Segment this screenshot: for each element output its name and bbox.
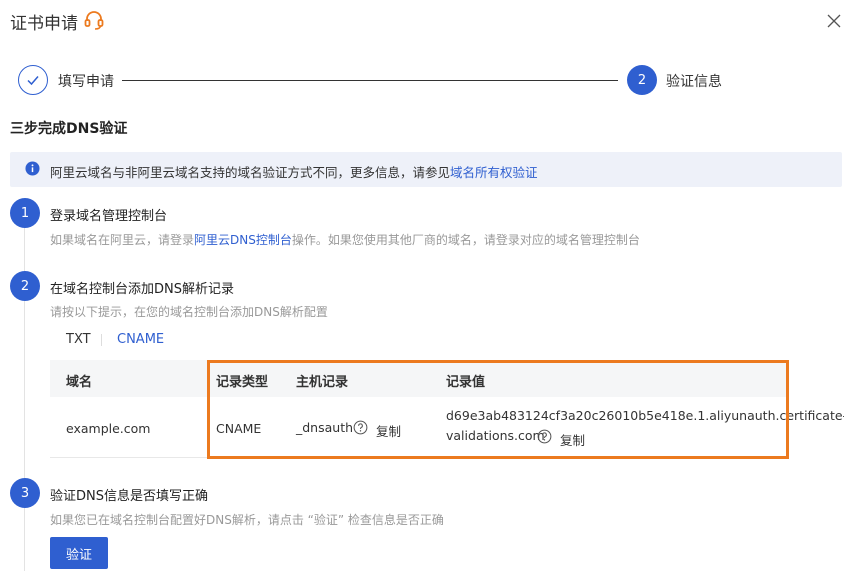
step-progress-line [122,80,618,81]
info-icon [25,161,40,176]
step-2-indicator: 2 [627,65,657,95]
section-title: 三步完成DNS验证 [10,121,128,137]
step-1-done-indicator [18,65,48,95]
banner-text: 阿里云域名与非阿里云域名支持的域名验证方式不同，更多信息，请参见域名所有权验证 [50,162,538,181]
step-2-description: 请按以下提示，在您的域名控制台添加DNS解析配置 [50,305,328,319]
highlight-box [207,360,789,459]
dialog-title: 证书申请 [10,14,78,34]
header-domain: 域名 [66,375,93,390]
aliyun-dns-console-link[interactable]: 阿里云DNS控制台 [194,233,292,247]
step-2-label: 验证信息 [666,74,722,90]
close-icon[interactable] [826,13,842,29]
step-1-number: 1 [10,198,40,228]
step-1-label: 填写申请 [58,74,114,90]
step-3-description: 如果您已在域名控制台配置好DNS解析，请点击 “验证” 检查信息是否正确 [50,513,444,527]
step-3-number: 3 [10,478,40,508]
check-icon [27,76,39,86]
step-1-description: 如果域名在阿里云，请登录阿里云DNS控制台操作。如果您使用其他厂商的域名，请登录… [50,231,640,248]
step-3-title: 验证DNS信息是否填写正确 [50,489,208,504]
step-2-number: 2 [10,271,40,301]
step-2-title: 在域名控制台添加DNS解析记录 [50,282,234,297]
headset-icon[interactable] [82,8,106,32]
tab-txt[interactable]: TXT [66,332,91,347]
cell-domain: example.com [66,421,151,436]
domain-ownership-link[interactable]: 域名所有权验证 [450,165,538,180]
step-1-desc-prefix: 如果域名在阿里云，请登录 [50,233,195,247]
tab-cname[interactable]: CNAME [117,332,164,347]
step-1-title: 登录域名管理控制台 [50,209,168,224]
verify-button[interactable]: 验证 [50,537,108,569]
banner-message: 阿里云域名与非阿里云域名支持的域名验证方式不同，更多信息，请参见 [50,165,451,180]
tab-separator [101,334,102,346]
step-1-desc-suffix: 操作。如果您使用其他厂商的域名，请登录对应的域名管理控制台 [291,233,640,247]
